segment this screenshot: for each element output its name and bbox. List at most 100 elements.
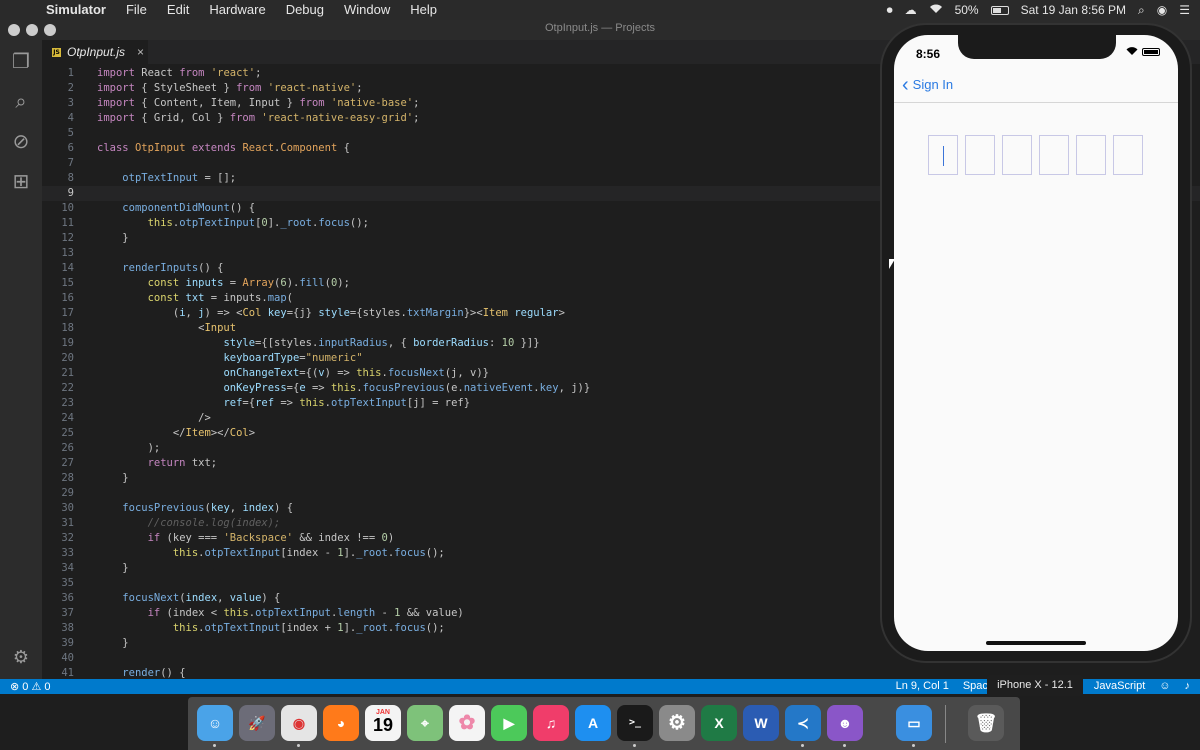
firefox-icon[interactable]: ◕ [323, 705, 359, 741]
trash-icon[interactable]: 🗑 [968, 705, 1004, 741]
settings-gear-icon[interactable]: ⚙ [9, 645, 33, 669]
line-number[interactable]: 11 [42, 216, 74, 231]
line-number[interactable]: 34 [42, 561, 74, 576]
line-number[interactable]: 37 [42, 606, 74, 621]
close-tab-icon[interactable]: × [137, 45, 144, 59]
menu-edit[interactable]: Edit [157, 0, 199, 20]
otp-input-6[interactable] [1113, 135, 1143, 175]
line-number[interactable]: 28 [42, 471, 74, 486]
code-text: this.otpTextInput[index + 1]._root.focus… [172, 622, 445, 634]
line-number[interactable]: 6 [42, 141, 74, 156]
cloud-icon[interactable]: ☁ [905, 3, 917, 17]
line-number[interactable]: 33 [42, 546, 74, 561]
otp-input-4[interactable] [1039, 135, 1069, 175]
chrome-icon[interactable]: ◉ [281, 705, 317, 741]
home-indicator[interactable] [986, 641, 1086, 645]
line-number[interactable]: 39 [42, 636, 74, 651]
extensions-icon[interactable]: ⊞ [9, 170, 33, 194]
line-number[interactable]: 32 [42, 531, 74, 546]
otp-input-3[interactable] [1002, 135, 1032, 175]
line-number[interactable]: 40 [42, 651, 74, 666]
github-desktop-icon[interactable]: ☻ [827, 705, 863, 741]
line-number[interactable]: 25 [42, 426, 74, 441]
feedback-smiley-icon[interactable]: ☺ [1159, 680, 1170, 692]
menu-window[interactable]: Window [334, 0, 400, 20]
word-icon[interactable]: W [743, 705, 779, 741]
line-number[interactable]: 15 [42, 276, 74, 291]
line-number[interactable]: 16 [42, 291, 74, 306]
problems-indicator[interactable]: ⊗ 0 ⚠ 0 [10, 680, 51, 693]
line-number[interactable]: 29 [42, 486, 74, 501]
line-number[interactable]: 17 [42, 306, 74, 321]
system-preferences-icon[interactable]: ⚙ [659, 705, 695, 741]
line-number[interactable]: 24 [42, 411, 74, 426]
simulator-icon[interactable]: ▭ [896, 705, 932, 741]
line-number[interactable]: 9 [42, 186, 74, 201]
line-number[interactable]: 8 [42, 171, 74, 186]
line-number[interactable]: 26 [42, 441, 74, 456]
line-number[interactable]: 36 [42, 591, 74, 606]
maps-icon[interactable]: ⌖ [407, 705, 443, 741]
line-number[interactable]: 23 [42, 396, 74, 411]
menu-hardware[interactable]: Hardware [199, 0, 275, 20]
line-number[interactable]: 1 [42, 66, 74, 81]
terminal-icon[interactable]: >_ [617, 705, 653, 741]
search-icon[interactable]: ⌕ [9, 90, 33, 114]
calendar-icon[interactable]: JAN 19 [365, 705, 401, 741]
line-number[interactable]: 7 [42, 156, 74, 171]
line-number[interactable]: 38 [42, 621, 74, 636]
line-number[interactable]: 5 [42, 126, 74, 141]
line-number[interactable]: 12 [42, 231, 74, 246]
explorer-icon[interactable]: ❐ [9, 50, 33, 74]
facetime-icon[interactable]: ▶ [491, 705, 527, 741]
line-number[interactable]: 19 [42, 336, 74, 351]
menu-file[interactable]: File [116, 0, 157, 20]
siri-icon[interactable]: ◉ [1157, 3, 1167, 17]
otp-input-2[interactable] [965, 135, 995, 175]
cursor-position[interactable]: Ln 9, Col 1 [896, 680, 949, 692]
line-number[interactable]: 21 [42, 366, 74, 381]
line-number[interactable]: 2 [42, 81, 74, 96]
notification-center-icon[interactable]: ☰ [1179, 3, 1190, 17]
finder-icon[interactable]: ☺ [197, 705, 233, 741]
vscode-icon[interactable]: ≺ [785, 705, 821, 741]
code-text: //console.log(index); [147, 517, 281, 529]
line-number[interactable]: 22 [42, 381, 74, 396]
line-number[interactable]: 14 [42, 261, 74, 276]
notifications-bell-icon[interactable]: ♪ [1185, 680, 1191, 692]
music-icon[interactable]: ♫ [533, 705, 569, 741]
indentation-setting[interactable]: Spac [963, 680, 988, 692]
line-number[interactable]: 20 [42, 351, 74, 366]
line-number[interactable]: 10 [42, 201, 74, 216]
warning-count: ⚠ 0 [31, 681, 51, 693]
code-text: } [97, 472, 129, 484]
tab-otpinput[interactable]: JS OtpInput.js × [42, 40, 148, 64]
wifi-icon[interactable] [929, 3, 943, 17]
code-text: /> [97, 412, 211, 424]
photos-icon[interactable]: ✿ [449, 705, 485, 741]
line-number[interactable]: 30 [42, 501, 74, 516]
back-button[interactable]: ‹ Sign In [902, 75, 953, 95]
menubar-datetime[interactable]: Sat 19 Jan 8:56 PM [1021, 3, 1126, 17]
launchpad-icon[interactable]: 🚀 [239, 705, 275, 741]
app-store-icon[interactable]: A [575, 705, 611, 741]
menu-app-simulator[interactable]: Simulator [36, 0, 116, 20]
line-number[interactable]: 35 [42, 576, 74, 591]
otp-input-5[interactable] [1076, 135, 1106, 175]
otp-input-1[interactable] [928, 135, 958, 175]
battery-icon[interactable] [990, 5, 1009, 15]
excel-icon[interactable]: X [701, 705, 737, 741]
line-number[interactable]: 27 [42, 456, 74, 471]
line-number[interactable]: 31 [42, 516, 74, 531]
language-mode[interactable]: JavaScript [1094, 680, 1145, 692]
debug-icon[interactable]: ⊘ [9, 130, 33, 154]
line-number[interactable]: 3 [42, 96, 74, 111]
line-number[interactable]: 18 [42, 321, 74, 336]
line-number[interactable]: 4 [42, 111, 74, 126]
spotlight-search-icon[interactable]: ⌕ [1138, 3, 1145, 18]
menu-help[interactable]: Help [400, 0, 447, 20]
menu-debug[interactable]: Debug [276, 0, 334, 20]
line-number[interactable]: 13 [42, 246, 74, 261]
record-icon[interactable]: ⏺ [887, 3, 893, 18]
line-number[interactable]: 41 [42, 666, 74, 679]
